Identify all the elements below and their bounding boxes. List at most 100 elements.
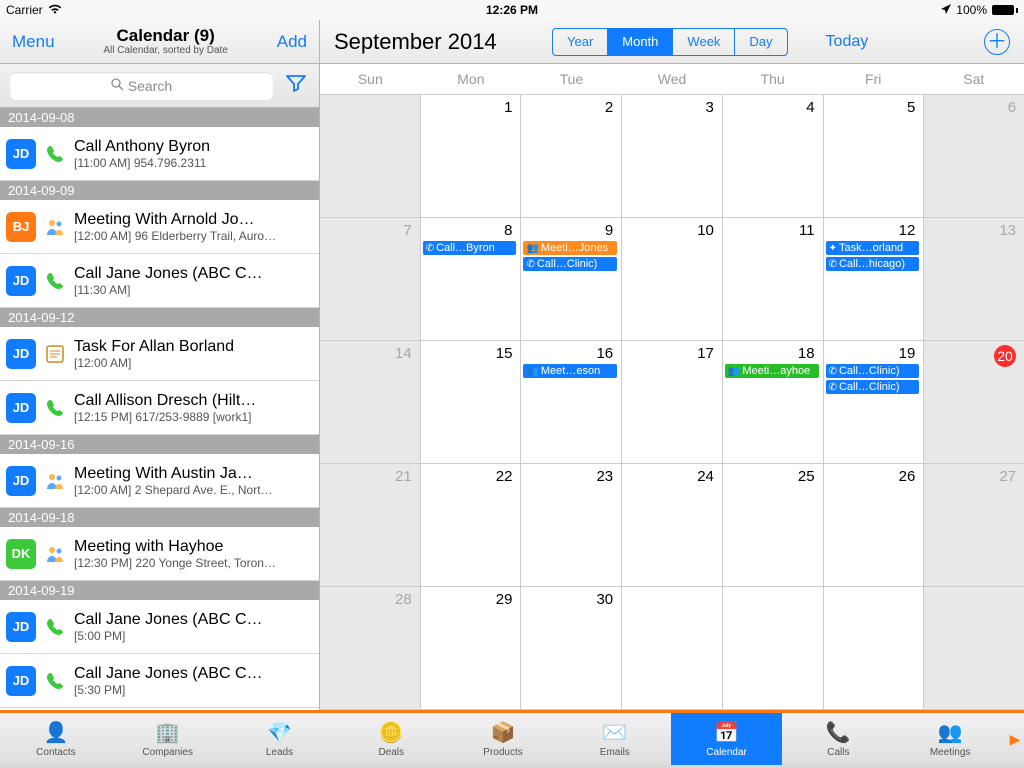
event-chip[interactable]: 👥Meeti…ayhoe xyxy=(725,364,819,378)
day-cell[interactable] xyxy=(924,587,1024,710)
day-cell[interactable]: 6 xyxy=(924,95,1024,218)
view-week[interactable]: Week xyxy=(673,29,735,55)
day-cell[interactable]: 21 xyxy=(320,464,421,587)
list-item[interactable]: JDTask For Allan Borland[12:00 AM] xyxy=(0,327,319,381)
today-button[interactable]: Today xyxy=(826,33,869,51)
add-button[interactable]: Add xyxy=(277,32,307,52)
day-cell[interactable] xyxy=(723,587,824,710)
battery-icon xyxy=(992,5,1018,15)
day-cell[interactable]: 13 xyxy=(924,218,1024,341)
day-cell[interactable]: 30 xyxy=(521,587,622,710)
tab-calls[interactable]: 📞Calls xyxy=(782,713,894,765)
day-number: 5 xyxy=(826,99,920,116)
tab-calendar[interactable]: 📅 Calendar xyxy=(671,713,783,765)
sidebar: Menu Calendar (9) All Calendar, sorted b… xyxy=(0,20,320,710)
day-cell[interactable]: 18👥Meeti…ayhoe xyxy=(723,341,824,464)
day-cell[interactable]: 3 xyxy=(622,95,723,218)
day-cell[interactable]: 25 xyxy=(723,464,824,587)
list-item[interactable]: BJMeeting With Arnold Jo…[12:00 AM] 96 E… xyxy=(0,200,319,254)
initials-badge: JD xyxy=(6,612,36,642)
day-cell[interactable] xyxy=(824,587,925,710)
day-cell[interactable]: 2 xyxy=(521,95,622,218)
tab-products[interactable]: 📦Products xyxy=(447,713,559,765)
more-tabs-arrow[interactable]: ▶ xyxy=(1006,713,1024,765)
dow-label: Tue xyxy=(521,64,622,94)
initials-badge: JD xyxy=(6,393,36,423)
item-title: Call Allison Dresch (Hilt… xyxy=(74,392,311,410)
item-subtitle: [12:30 PM] 220 Yonge Street, Toron… xyxy=(74,556,311,570)
tab-label: Leads xyxy=(266,747,293,758)
day-cell[interactable] xyxy=(622,587,723,710)
tab-leads[interactable]: 💎Leads xyxy=(224,713,336,765)
day-cell[interactable]: 29 xyxy=(421,587,522,710)
view-year[interactable]: Year xyxy=(553,29,608,55)
filter-icon[interactable] xyxy=(283,70,309,101)
day-cell[interactable]: 5 xyxy=(824,95,925,218)
day-cell[interactable]: 14 xyxy=(320,341,421,464)
event-chip[interactable]: 👥Meet…eson xyxy=(523,364,617,378)
tab-label: Calendar xyxy=(706,747,747,758)
event-chip[interactable]: ✆Call…Byron xyxy=(423,241,517,255)
list-item[interactable]: JDCall Jane Jones (ABC C…[11:30 AM] xyxy=(0,254,319,308)
day-cell[interactable]: 24 xyxy=(622,464,723,587)
day-number: 26 xyxy=(826,468,920,485)
view-segmented-control[interactable]: YearMonthWeekDay xyxy=(552,28,788,56)
tab-label: Deals xyxy=(378,747,404,758)
tab-contacts[interactable]: 👤Contacts xyxy=(0,713,112,765)
day-number: 12 xyxy=(826,222,920,239)
event-chip[interactable]: ✆Call…Clinic) xyxy=(523,257,617,271)
day-cell[interactable]: 11 xyxy=(723,218,824,341)
tab-companies[interactable]: 🏢Companies xyxy=(112,713,224,765)
day-cell[interactable]: 27 xyxy=(924,464,1024,587)
day-cell[interactable]: 4 xyxy=(723,95,824,218)
month-label: September 2014 xyxy=(334,29,534,55)
day-cell[interactable]: 8✆Call…Byron xyxy=(421,218,522,341)
day-cell[interactable]: 16👥Meet…eson xyxy=(521,341,622,464)
day-cell[interactable]: 10 xyxy=(622,218,723,341)
list-item[interactable]: JDCall Jane Jones (ABC C…[5:00 PM] xyxy=(0,600,319,654)
day-cell[interactable] xyxy=(320,95,421,218)
day-cell[interactable]: 15 xyxy=(421,341,522,464)
list-item[interactable]: JDCall Allison Dresch (Hilt…[12:15 PM] 6… xyxy=(0,381,319,435)
event-chip[interactable]: ✦Task…orland xyxy=(826,241,920,255)
event-list[interactable]: 2014-09-08JDCall Anthony Byron[11:00 AM]… xyxy=(0,108,319,710)
event-chip[interactable]: 👥Meeti…Jones xyxy=(523,241,617,255)
view-day[interactable]: Day xyxy=(735,29,786,55)
search-input[interactable]: Search xyxy=(10,72,273,100)
list-item[interactable]: JDCall Jane Jones (ABC C…[5:30 PM] xyxy=(0,654,319,708)
call-icon xyxy=(42,268,68,294)
tab-emails[interactable]: ✉️Emails xyxy=(559,713,671,765)
day-number: 30 xyxy=(523,591,617,608)
day-cell[interactable]: 9 👥Meeti…Jones ✆Call…Clinic) xyxy=(521,218,622,341)
menu-button[interactable]: Menu xyxy=(12,32,55,52)
event-chip[interactable]: ✆Call…Clinic) xyxy=(826,380,920,394)
event-chip[interactable]: ✆Call…Clinic) xyxy=(826,364,920,378)
day-number: 17 xyxy=(624,345,718,362)
day-number: 9 xyxy=(523,222,617,239)
event-chip[interactable]: ✆Call…hicago) xyxy=(826,257,920,271)
day-cell[interactable]: 12 ✦Task…orland ✆Call…hicago) xyxy=(824,218,925,341)
day-cell[interactable]: 22 xyxy=(421,464,522,587)
list-item[interactable]: JDMeeting With Austin Ja…[12:00 AM] 2 Sh… xyxy=(0,454,319,508)
list-item[interactable]: DKMeeting with Hayhoe[12:30 PM] 220 Yong… xyxy=(0,527,319,581)
tab-deals[interactable]: 🪙Deals xyxy=(335,713,447,765)
day-cell[interactable]: 7 xyxy=(320,218,421,341)
day-cell[interactable]: 20 xyxy=(924,341,1024,464)
day-cell[interactable]: 26 xyxy=(824,464,925,587)
add-event-button[interactable]: ＋ xyxy=(984,29,1010,55)
initials-badge: JD xyxy=(6,266,36,296)
day-cell[interactable]: 1 xyxy=(421,95,522,218)
wifi-icon xyxy=(48,3,62,17)
view-month[interactable]: Month xyxy=(608,29,673,55)
day-cell[interactable]: 23 xyxy=(521,464,622,587)
calendar-icon: 📅 xyxy=(713,721,741,745)
day-cell[interactable]: 28 xyxy=(320,587,421,710)
month-grid[interactable]: 12345678✆Call…Byron9👥Meeti…Jones✆Call…Cl… xyxy=(320,95,1024,710)
day-number: 21 xyxy=(322,468,416,485)
day-cell[interactable]: 17 xyxy=(622,341,723,464)
search-placeholder: Search xyxy=(128,78,172,94)
list-item[interactable]: JDCall Anthony Byron[11:00 AM] 954.796.2… xyxy=(0,127,319,181)
tab-meetings[interactable]: 👥Meetings xyxy=(894,713,1006,765)
dow-label: Sat xyxy=(923,64,1024,94)
day-cell[interactable]: 19✆Call…Clinic)✆Call…Clinic) xyxy=(824,341,925,464)
